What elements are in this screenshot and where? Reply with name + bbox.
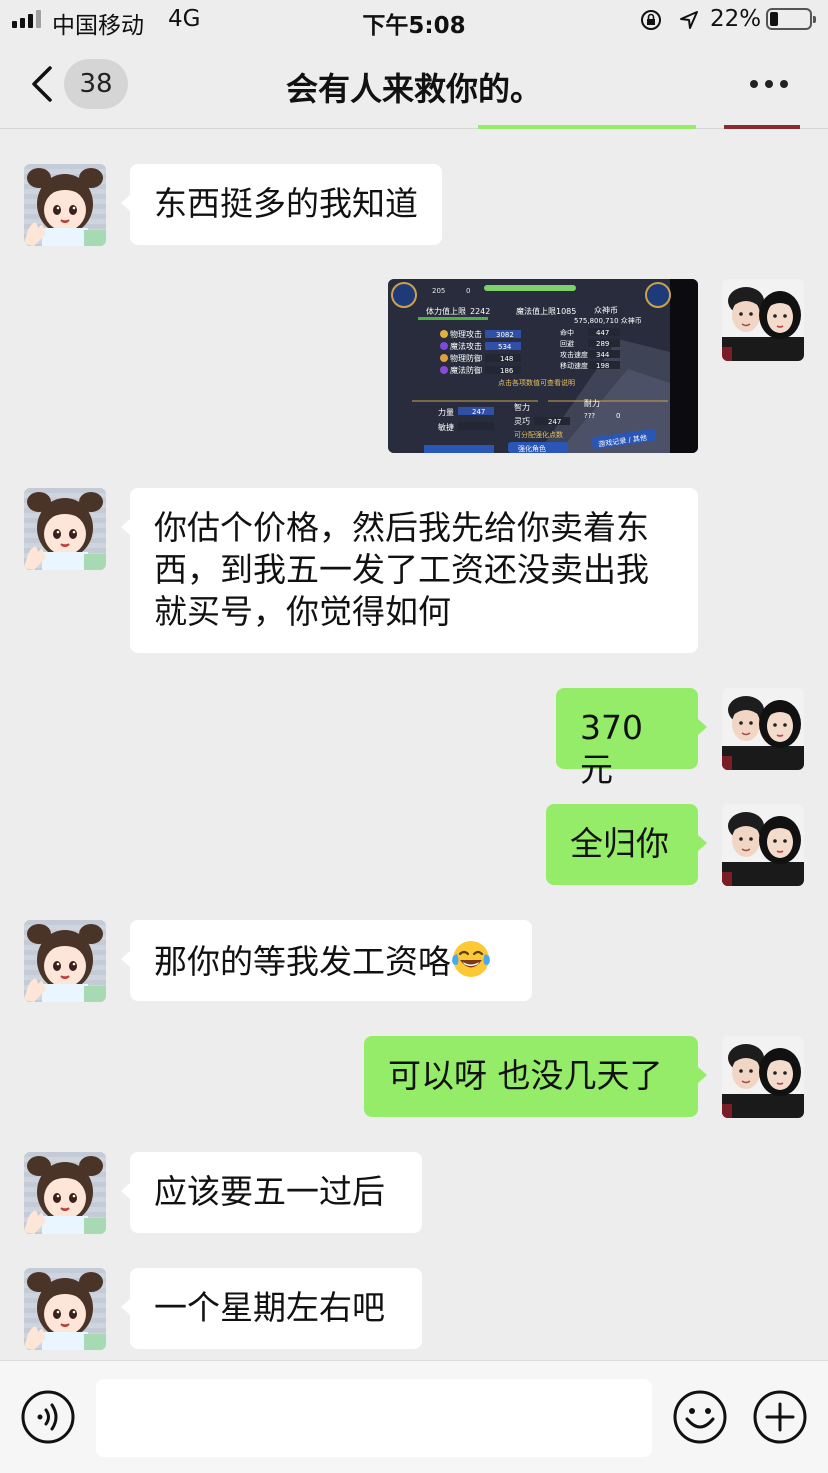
incoming-message[interactable]: 那你的等我发工资咯 bbox=[121, 920, 532, 1001]
stat-value: 148 bbox=[500, 355, 513, 363]
incoming-message[interactable]: 东西挺多的我知道 bbox=[121, 164, 442, 245]
stat-value: 186 bbox=[500, 367, 514, 375]
chat-title: 会有人来救你的。 bbox=[285, 70, 542, 108]
contact-avatar[interactable] bbox=[24, 1268, 106, 1350]
contact-avatar[interactable] bbox=[24, 920, 106, 1002]
attr-label: 力量 bbox=[438, 407, 454, 417]
stat-label: 魔法防御 bbox=[450, 365, 482, 375]
mp-label: 魔法值上限 bbox=[516, 306, 556, 316]
my-avatar[interactable] bbox=[722, 688, 804, 770]
stat-value: 534 bbox=[498, 343, 512, 351]
stat-label: 移动速度 bbox=[560, 361, 588, 370]
currency-label: 众神币 bbox=[594, 305, 618, 315]
location-arrow-icon bbox=[680, 11, 698, 29]
attr-label: 智力 bbox=[514, 402, 530, 412]
my-avatar[interactable] bbox=[722, 804, 804, 886]
mp-value: 1085 bbox=[556, 307, 576, 316]
my-avatar[interactable] bbox=[722, 279, 804, 361]
contact-avatar[interactable] bbox=[24, 488, 106, 570]
attr-label: 耐力 bbox=[584, 398, 600, 408]
stat-value: 198 bbox=[596, 362, 609, 370]
previous-avatar-edge bbox=[724, 125, 800, 129]
stat-label: 回避 bbox=[560, 339, 574, 348]
message-text: 那你的等我发工资咯 bbox=[154, 942, 451, 981]
incoming-message[interactable]: 应该要五一过后 bbox=[121, 1152, 422, 1233]
voice-icon[interactable] bbox=[20, 1389, 76, 1445]
stat-value: 447 bbox=[596, 329, 609, 337]
outgoing-message[interactable]: 全归你 bbox=[546, 804, 707, 885]
attr-label: 灵巧 bbox=[514, 417, 530, 426]
attr-label: 敏捷 bbox=[438, 422, 454, 432]
input-toolbar bbox=[0, 1360, 828, 1473]
more-dots-icon[interactable] bbox=[750, 80, 788, 88]
stats-hint: 点击各项数值可查看说明 bbox=[498, 378, 575, 387]
message-input[interactable] bbox=[96, 1379, 652, 1457]
currency-value: 575,800,710 众神币 bbox=[574, 316, 642, 325]
attr-value: 0 bbox=[616, 412, 620, 420]
stat-label: 命中 bbox=[560, 328, 574, 337]
points-label: 可分配强化点数 bbox=[514, 430, 563, 439]
emoji-icon[interactable] bbox=[672, 1389, 728, 1445]
outgoing-message[interactable]: 370元 bbox=[556, 688, 707, 789]
tears-of-joy-emoji bbox=[452, 941, 490, 977]
image-message[interactable]: 205 0 体力值上限 2242 魔法值上限 1085 众神币 575,800,… bbox=[388, 279, 698, 453]
attr-value: 247 bbox=[548, 418, 561, 426]
hp-label: 体力值上限 bbox=[426, 306, 466, 316]
enhance-button: 强化角色 bbox=[518, 444, 546, 453]
battery-percent: 22% bbox=[710, 6, 762, 32]
battery-icon bbox=[766, 8, 816, 30]
game-screenshot-image: 205 0 体力值上限 2242 魔法值上限 1085 众神币 575,800,… bbox=[388, 279, 698, 453]
attr-value: 247 bbox=[472, 408, 485, 416]
stat-label: 物理防御 bbox=[450, 353, 482, 363]
rotation-lock-icon bbox=[641, 10, 661, 30]
contact-avatar[interactable] bbox=[24, 1152, 106, 1234]
hp-value: 2242 bbox=[470, 307, 490, 316]
incoming-message[interactable]: 一个星期左右吧 bbox=[121, 1268, 422, 1349]
game-level: 205 bbox=[432, 287, 445, 295]
status-time: 下午5:08 bbox=[362, 13, 466, 39]
outgoing-message[interactable]: 可以呀 也没几天了 bbox=[364, 1036, 707, 1117]
stat-label: 攻击速度 bbox=[560, 350, 588, 359]
status-bar: 中国移动 4G 下午5:08 22% bbox=[0, 0, 828, 42]
contact-avatar[interactable] bbox=[24, 164, 106, 246]
plus-icon[interactable] bbox=[752, 1389, 808, 1445]
stat-value: 344 bbox=[596, 351, 610, 359]
stat-label: 物理攻击 bbox=[450, 329, 482, 339]
incoming-message[interactable]: 你估个价格，然后我先给你卖着东 西，到我五一发了工资还没卖出我 就买号，你觉得如… bbox=[121, 488, 698, 653]
attr-label: ??? bbox=[584, 412, 595, 420]
stat-label: 魔法攻击 bbox=[450, 341, 482, 351]
stat-value: 3082 bbox=[496, 331, 514, 339]
stat-value: 289 bbox=[596, 340, 609, 348]
previous-message-edge bbox=[478, 125, 696, 129]
game-zero: 0 bbox=[466, 287, 470, 295]
my-avatar[interactable] bbox=[722, 1036, 804, 1118]
chat-header: 38 会有人来救你的。 bbox=[0, 42, 828, 129]
